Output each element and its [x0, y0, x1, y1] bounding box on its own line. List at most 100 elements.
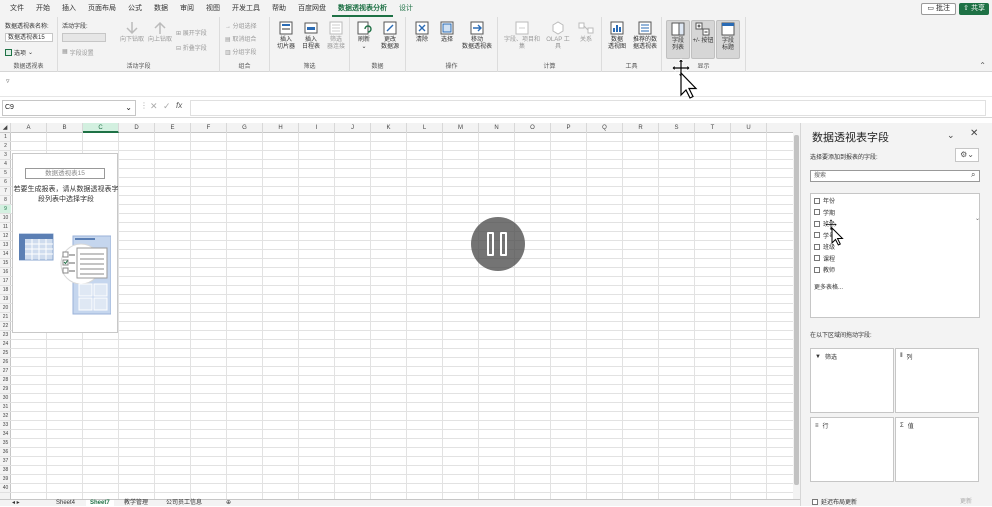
chevron-down-icon[interactable]: ⌄ — [947, 130, 955, 141]
menu-tab-4[interactable]: 公式 — [122, 0, 148, 17]
pivot-table-placeholder[interactable]: 数据透视表15 若要生成报表，请从数据透视表字段列表中选择字段 — [12, 153, 119, 333]
insert-slicer-button[interactable]: 插入 切片器 — [273, 20, 299, 51]
row-header-32[interactable]: 32 — [0, 412, 11, 421]
vertical-scrollbar[interactable] — [793, 123, 800, 499]
column-header-o[interactable]: O — [515, 123, 551, 133]
column-header-n[interactable]: N — [479, 123, 515, 133]
row-header-26[interactable]: 26 — [0, 358, 11, 367]
column-header-b[interactable]: B — [47, 123, 83, 133]
row-header-16[interactable]: 16 — [0, 268, 11, 277]
cancel-icon[interactable]: ✕ — [150, 101, 158, 112]
select-all-corner[interactable]: ◢ — [0, 123, 11, 133]
column-header-e[interactable]: E — [155, 123, 191, 133]
olap-tools-button[interactable]: OLAP 工 具 — [542, 20, 574, 51]
field-settings-button[interactable]: ▦ 字段设置 — [62, 48, 94, 57]
row-header-10[interactable]: 10 — [0, 214, 11, 223]
relationships-button[interactable]: 关系 — [574, 20, 598, 44]
row-header-24[interactable]: 24 — [0, 340, 11, 349]
search-icon[interactable]: ⌕ — [971, 170, 975, 180]
checkbox[interactable] — [814, 243, 820, 250]
row-header-38[interactable]: 38 — [0, 466, 11, 475]
row-header-35[interactable]: 35 — [0, 439, 11, 448]
menu-tab-8[interactable]: 开发工具 — [226, 0, 266, 17]
column-header-p[interactable]: P — [551, 123, 587, 133]
menu-tab-10[interactable]: 百度网盘 — [292, 0, 332, 17]
fields-items-sets-button[interactable]: 字段、项目和 集 — [502, 20, 542, 51]
row-header-30[interactable]: 30 — [0, 394, 11, 403]
values-area[interactable]: Σ值 — [895, 417, 979, 482]
filter-area[interactable]: ▼ 筛选 — [810, 348, 894, 413]
column-header-g[interactable]: G — [227, 123, 263, 133]
column-header-k[interactable]: K — [371, 123, 407, 133]
checkbox[interactable] — [814, 209, 820, 215]
menu-tab-6[interactable]: 审阅 — [174, 0, 200, 17]
gear-icon[interactable]: ⚙⌄ — [955, 148, 979, 162]
pause-button[interactable] — [471, 217, 525, 271]
checkbox[interactable] — [812, 498, 818, 505]
checkbox[interactable] — [814, 197, 820, 204]
field-item[interactable]: 年份 — [814, 195, 835, 206]
select-button[interactable]: 选择 — [435, 20, 459, 44]
column-header-t[interactable]: T — [695, 123, 731, 133]
column-header-d[interactable]: D — [119, 123, 155, 133]
menu-tab-11[interactable]: 数据透视表分析 — [332, 0, 393, 17]
row-header-18[interactable]: 18 — [0, 286, 11, 295]
row-header-2[interactable]: 2 — [0, 142, 11, 151]
scrollbar-thumb[interactable] — [794, 135, 799, 485]
row-header-19[interactable]: 19 — [0, 295, 11, 304]
refresh-button[interactable]: 刷新 ⌄ — [352, 20, 376, 51]
row-header-15[interactable]: 15 — [0, 259, 11, 268]
row-header-6[interactable]: 6 — [0, 178, 11, 187]
collapse-ribbon-icon[interactable]: ⌃ — [979, 61, 986, 70]
group-field-button[interactable]: ▥ 分组字段 — [225, 47, 256, 56]
column-header-u[interactable]: U — [731, 123, 767, 133]
menu-tab-0[interactable]: 文件 — [4, 0, 30, 17]
field-list-button[interactable]: 字段 列表 — [666, 20, 690, 59]
update-button[interactable]: 更新 — [960, 496, 972, 505]
cell-area[interactable] — [11, 133, 793, 499]
column-header-l[interactable]: L — [407, 123, 443, 133]
menu-tab-5[interactable]: 数据 — [148, 0, 174, 17]
checkbox[interactable] — [814, 232, 820, 238]
insert-function-icon[interactable]: fx — [176, 101, 182, 110]
chevron-down-icon[interactable]: ⌄ — [125, 101, 132, 115]
row-header-29[interactable]: 29 — [0, 385, 11, 394]
row-header-33[interactable]: 33 — [0, 421, 11, 430]
clear-button[interactable]: 清除 — [410, 20, 434, 44]
field-item[interactable]: 课程 — [814, 253, 835, 264]
menu-tab-3[interactable]: 页面布局 — [82, 0, 122, 17]
move-pivot-button[interactable]: 移动 数据透视表 — [458, 20, 496, 51]
column-header-m[interactable]: M — [443, 123, 479, 133]
plus-minus-buttons-toggle[interactable]: +/- 按钮 — [691, 20, 715, 59]
column-header-f[interactable]: F — [191, 123, 227, 133]
row-header-13[interactable]: 13 — [0, 241, 11, 250]
expand-field-button[interactable]: ⊞ 展开字段 — [176, 28, 207, 37]
row-header-3[interactable]: 3 — [0, 151, 11, 160]
confirm-icon[interactable]: ✓ — [163, 101, 171, 112]
pivot-name-input[interactable]: 数据透视表15 — [5, 33, 53, 42]
row-header-37[interactable]: 37 — [0, 457, 11, 466]
row-header-22[interactable]: 22 — [0, 322, 11, 331]
row-header-9[interactable]: 9 — [0, 205, 11, 214]
pivot-options-button[interactable]: 选项 ⌄ — [5, 48, 33, 57]
row-header-4[interactable]: 4 — [0, 160, 11, 169]
ungroup-button[interactable]: ▤ 取消组合 — [225, 34, 256, 43]
change-source-button[interactable]: 更改 数据源 — [376, 20, 404, 51]
field-item[interactable]: 教师 — [814, 264, 835, 275]
column-header-a[interactable]: A — [11, 123, 47, 133]
column-header-h[interactable]: H — [263, 123, 299, 133]
insert-timeline-button[interactable]: 插入 日程表 — [298, 20, 324, 51]
more-options-icon[interactable]: ⋮ — [140, 101, 148, 110]
field-search-input[interactable]: 搜索 — [810, 170, 980, 182]
row-header-27[interactable]: 27 — [0, 367, 11, 376]
row-header-8[interactable]: 8 — [0, 196, 11, 205]
field-headers-button[interactable]: 字段 标题 — [716, 20, 740, 59]
drill-up-button[interactable]: 向上钻取 — [146, 20, 174, 44]
row-header-36[interactable]: 36 — [0, 448, 11, 457]
row-header-21[interactable]: 21 — [0, 313, 11, 322]
row-header-40[interactable]: 40 — [0, 484, 11, 493]
comment-button[interactable]: ▭ 批注 — [921, 3, 956, 15]
close-icon[interactable]: ✕ — [970, 128, 978, 139]
chevron-down-icon[interactable]: ⌄ — [975, 215, 980, 222]
row-header-28[interactable]: 28 — [0, 376, 11, 385]
